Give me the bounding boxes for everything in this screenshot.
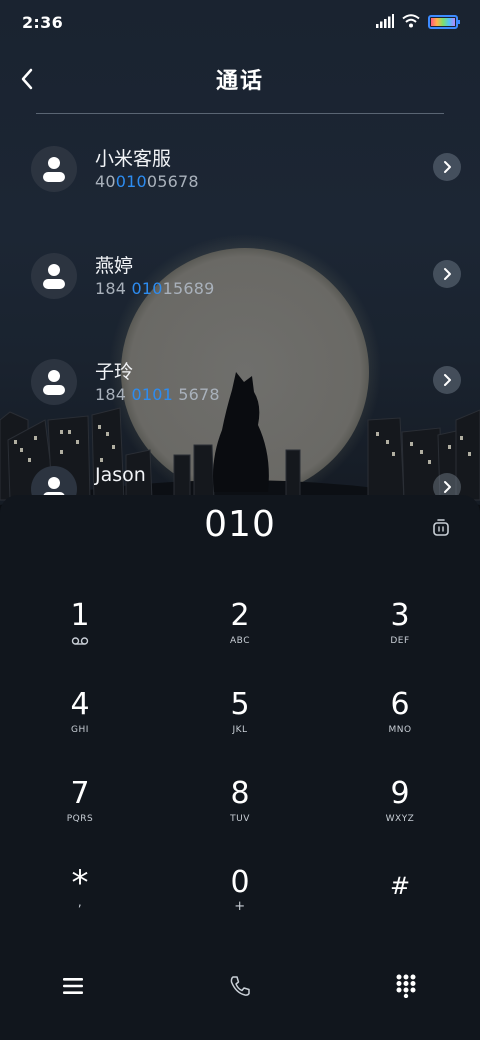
page-title: 通话 [215,69,264,94]
clear-button[interactable] [432,518,450,538]
call-button[interactable] [226,972,254,1000]
dialpad-toggle-button[interactable] [392,972,420,1000]
key-letters: + [234,899,246,914]
person-icon [43,157,65,182]
key-letters: ABC [230,636,250,646]
chevron-right-icon [444,374,451,386]
person-icon [43,264,65,289]
contact-name: Jason [95,464,146,486]
contact-name: 燕婷 [95,255,134,277]
battery-icon [428,15,460,29]
key-digit: 1 [70,598,90,633]
contact-name: 小米客服 [95,148,172,170]
key-letters: DEF [390,636,410,646]
match-highlight: 010 [131,279,163,298]
dialpad-icon [396,974,416,998]
key-2[interactable]: 2 ABC [165,598,315,678]
key-letters: PQRS [66,814,94,824]
key-4[interactable]: 4 GHI [5,687,155,767]
key-digit: 8 [230,776,250,811]
contact-name: 子玲 [95,361,134,383]
key-6[interactable]: 6 MNO [325,687,475,767]
key-digit: 4 [70,687,90,722]
status-icons [376,13,460,32]
key-digit: 9 [390,776,410,811]
chevron-right-icon [444,481,451,493]
status-bar: 2:36 [0,0,480,44]
avatar [31,253,77,299]
key-1[interactable]: 1 [5,598,155,678]
dialed-number: 010 [204,504,276,545]
key-0[interactable]: 0 + [165,865,315,945]
key-letters: MNO [388,725,412,735]
key-digit: 6 [390,687,410,722]
match-highlight: 010 [115,172,147,191]
phone-icon [230,976,250,996]
chevron-right-icon [444,268,451,280]
contact-list: 小米客服 4001005678 燕婷 184 01015689 子玲 184 0… [0,114,480,510]
battery-level [431,18,455,26]
contact-detail-button[interactable] [433,153,461,181]
contact-detail-button[interactable] [433,366,461,394]
key-letters: , [77,895,83,909]
back-button[interactable] [12,62,42,96]
key-letters: GHI [71,725,89,735]
key-letters: WXYZ [385,814,415,824]
key-star[interactable]: * , [5,865,155,945]
contact-number: 4001005678 [95,172,199,191]
menu-button[interactable] [59,972,87,1000]
match-highlight: 0101 [131,385,173,404]
contact-number: 184 01015689 [95,279,215,298]
key-letters: TUV [230,814,250,824]
menu-icon [63,978,83,994]
key-8[interactable]: 8 TUV [165,776,315,856]
contact-item[interactable]: 子玲 184 0101 5678 [0,327,480,434]
key-digit: 3 [390,598,410,633]
key-digit: 0 [230,865,250,900]
key-7[interactable]: 7 PQRS [5,776,155,856]
back-arrow-icon [21,68,33,90]
key-digit: 7 [70,776,90,811]
contact-number: 184 0101 5678 [95,385,220,404]
avatar [31,359,77,405]
avatar [31,146,77,192]
key-5[interactable]: 5 JKL [165,687,315,767]
contact-detail-button[interactable] [433,260,461,288]
person-icon [43,370,65,395]
key-hash[interactable]: # [325,865,475,945]
contact-item[interactable]: 小米客服 4001005678 [0,114,480,221]
contact-item[interactable]: 燕婷 184 01015689 [0,221,480,328]
key-9[interactable]: 9 WXYZ [325,776,475,856]
key-digit: # [389,872,411,900]
key-digit: 2 [230,598,250,633]
backspace-icon [433,519,449,536]
bottom-bar [0,960,480,1020]
voicemail-icon [71,636,89,648]
status-time: 2:36 [22,12,63,32]
key-3[interactable]: 3 DEF [325,598,475,678]
signal-icon [376,13,394,32]
chevron-right-icon [444,161,451,173]
key-letters: JKL [232,725,248,735]
header: 通话 [0,54,480,104]
wifi-icon [402,13,420,32]
dialpad-panel [0,495,480,1040]
key-digit: 5 [230,687,250,722]
